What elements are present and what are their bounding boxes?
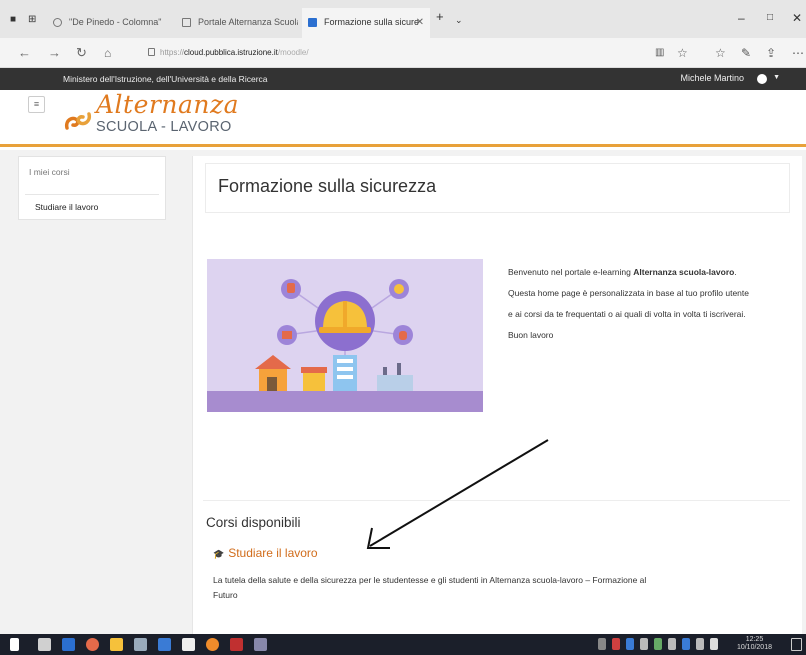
course-link-label[interactable]: Studiare il lavoro — [228, 546, 317, 560]
moodle-icon — [308, 18, 317, 27]
lock-icon — [148, 48, 155, 56]
sidebar-title[interactable]: I miei corsi — [29, 167, 70, 177]
logo-title[interactable]: Alternanza — [96, 90, 239, 119]
app-icon[interactable] — [134, 638, 147, 651]
course-link-studiare-il-lavoro[interactable]: 🎓 Studiare il lavoro — [213, 546, 318, 560]
welcome-paragraph: e ai corsi da te frequentati o ai quali … — [508, 309, 746, 319]
logo-icon[interactable] — [63, 110, 93, 132]
app-icon[interactable] — [254, 638, 267, 651]
available-courses-title: Corsi disponibili — [206, 515, 301, 530]
pen-icon[interactable]: ✎ — [741, 46, 751, 60]
page-title: Formazione sulla sicurezza — [218, 176, 437, 196]
more-icon[interactable]: ⋯ — [792, 46, 804, 60]
share-icon[interactable]: ⇪ — [766, 46, 776, 60]
app-icon[interactable] — [182, 638, 195, 651]
notification-icon[interactable] — [791, 638, 802, 651]
store-icon[interactable] — [38, 638, 51, 651]
chrome-icon[interactable] — [86, 638, 99, 651]
forward-icon[interactable]: → — [48, 45, 61, 60]
logo-subtitle[interactable]: SCUOLA - LAVORO — [96, 119, 232, 135]
welcome-text: Benvenuto nel portale e-learning Alterna… — [508, 265, 773, 349]
tab-de-pinedo[interactable]: "De Pinedo - Colomna" — [47, 8, 171, 38]
app-icon[interactable] — [158, 638, 171, 651]
home-icon[interactable]: ⌂ — [104, 46, 111, 60]
tray-icon[interactable] — [654, 638, 662, 650]
divider — [25, 194, 159, 195]
back-icon[interactable]: ← — [18, 45, 31, 60]
browser-tab-bar: ■ ⊞ "De Pinedo - Colomna" Portale Altern… — [0, 0, 806, 38]
welcome-paragraph: Buon lavoro — [508, 330, 554, 340]
tray-icon[interactable] — [696, 638, 704, 650]
tray-icon[interactable] — [640, 638, 648, 650]
tab-formazione[interactable]: Formazione sulla sicure ✕ — [302, 8, 430, 38]
globe-icon — [53, 18, 62, 27]
address-bar: ← → ↻ ⌂ https://cloud.pubblica.istruzion… — [0, 38, 806, 68]
avatar[interactable] — [757, 74, 767, 84]
taskbar: 12:25 10/10/2018 — [0, 634, 806, 655]
caret-down-icon[interactable]: ▼ — [773, 74, 780, 81]
folder-icon[interactable] — [110, 638, 123, 651]
tab-portale-alternanza[interactable]: Portale Alternanza Scuola L — [176, 8, 298, 38]
new-tab-icon[interactable]: + — [436, 10, 444, 23]
tray-icon[interactable] — [626, 638, 634, 650]
tray-icon[interactable] — [682, 638, 690, 650]
edge-icon[interactable] — [62, 638, 75, 651]
sidebar-item-studiare-il-lavoro[interactable]: Studiare il lavoro — [35, 202, 98, 212]
clock[interactable]: 12:25 10/10/2018 — [737, 636, 772, 652]
refresh-icon[interactable]: ↻ — [76, 45, 87, 61]
window-icon[interactable]: ■ — [10, 15, 16, 25]
speaker-icon[interactable] — [710, 638, 718, 650]
ministry-label: Ministero dell'Istruzione, dell'Universi… — [63, 74, 268, 84]
maximize-icon[interactable]: □ — [767, 12, 773, 23]
welcome-paragraph: Benvenuto nel portale e-learning Alterna… — [508, 267, 737, 277]
course-description: La tutela della salute e della sicurezza… — [213, 575, 647, 600]
user-menu[interactable]: Michele Martino — [680, 73, 744, 83]
menu-icon[interactable]: ≡ — [28, 96, 45, 113]
page-header: Formazione sulla sicurezza — [205, 163, 790, 213]
star-icon[interactable]: ☆ — [677, 46, 688, 60]
url-field[interactable]: https://cloud.pubblica.istruzione.it/moo… — [148, 48, 309, 57]
start-icon[interactable] — [10, 638, 19, 651]
close-tab-icon[interactable]: ✕ — [416, 17, 424, 28]
site-top-bar: Ministero dell'Istruzione, dell'Universi… — [0, 68, 806, 90]
reading-view-icon[interactable]: ▥ — [655, 47, 664, 58]
favorites-icon[interactable]: ☆ — [715, 46, 726, 60]
close-window-icon[interactable]: ✕ — [792, 11, 802, 25]
welcome-paragraph: Questa home page è personalizzata in bas… — [508, 288, 749, 298]
tray-icon[interactable] — [612, 638, 620, 650]
tab-aside-icon[interactable]: ⊞ — [28, 15, 36, 25]
tray-icon[interactable] — [668, 638, 676, 650]
tab-list-icon[interactable]: ⌄ — [455, 15, 463, 25]
graduation-cap-icon: 🎓 — [213, 549, 225, 559]
page-icon — [182, 18, 191, 27]
sidebar-my-courses: I miei corsi Studiare il lavoro — [18, 156, 166, 220]
pdf-icon[interactable] — [230, 638, 243, 651]
site-header: ≡ Alternanza SCUOLA - LAVORO — [0, 90, 806, 147]
firefox-icon[interactable] — [206, 638, 219, 651]
minimize-icon[interactable]: – — [738, 11, 745, 25]
annotation-arrow — [366, 439, 549, 549]
tray-icon[interactable] — [598, 638, 606, 650]
safety-illustration — [207, 259, 483, 412]
